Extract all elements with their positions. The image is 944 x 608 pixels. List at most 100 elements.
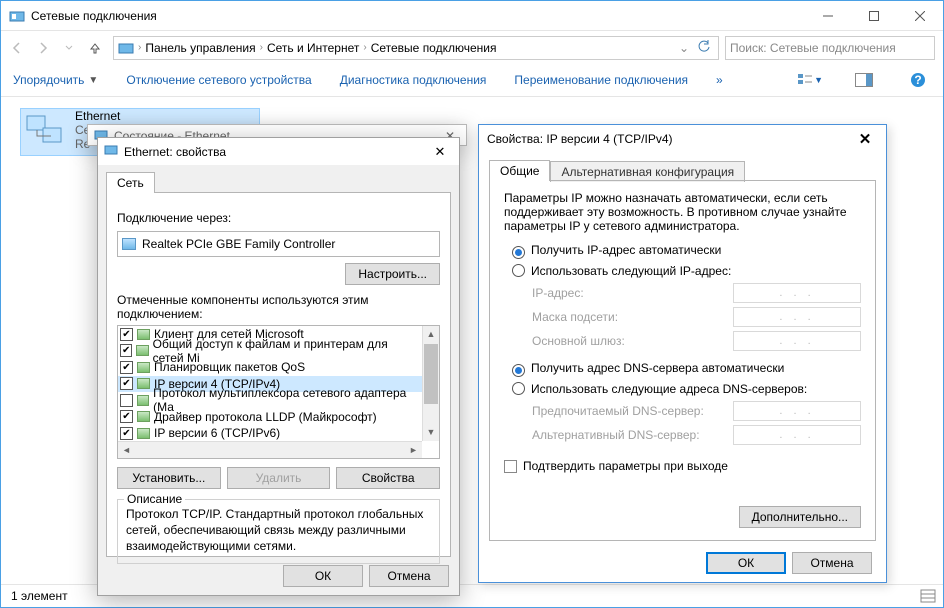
components-list[interactable]: ✔Клиент для сетей Microsoft✔Общий доступ… — [117, 325, 440, 459]
radio-dns-auto-label: Получить адрес DNS-сервера автоматически — [531, 361, 784, 375]
install-button[interactable]: Установить... — [117, 467, 221, 489]
maximize-button[interactable] — [851, 1, 897, 31]
back-button[interactable] — [5, 36, 29, 60]
details-view-icon[interactable] — [919, 587, 937, 605]
subnet-mask-input: . . . — [733, 307, 861, 327]
scroll-right-arrow[interactable]: ► — [405, 442, 422, 458]
svg-text:?: ? — [914, 73, 921, 87]
search-placeholder: Поиск: Сетевые подключения — [730, 41, 896, 55]
component-row[interactable]: ✔ IP версии 6 (TCP/IPv6) — [118, 425, 422, 441]
tab-page-network: Подключение через: Realtek PCIe GBE Fami… — [106, 192, 451, 557]
component-checkbox[interactable]: ✔ — [120, 361, 133, 374]
component-label: Драйвер протокола LLDP (Майкрософт) — [154, 410, 377, 424]
ok-button[interactable]: ОК — [283, 565, 363, 587]
view-options-button[interactable]: ▼ — [797, 69, 823, 91]
scroll-left-arrow[interactable]: ◄ — [118, 442, 135, 458]
adapter-box: Realtek PCIe GBE Family Controller — [117, 231, 440, 257]
preferred-dns-label: Предпочитаемый DNS-сервер: — [532, 404, 733, 418]
description-title: Описание — [124, 492, 185, 506]
component-row[interactable]: ✔Общий доступ к файлам и принтерам для с… — [118, 343, 422, 360]
disable-device-button[interactable]: Отключение сетевого устройства — [126, 73, 311, 87]
forward-button[interactable] — [31, 36, 55, 60]
component-checkbox[interactable]: ✔ — [120, 344, 132, 357]
radio-dns-auto[interactable] — [512, 364, 525, 377]
help-button[interactable]: ? — [905, 69, 931, 91]
component-icon — [137, 395, 150, 406]
ip-address-input: . . . — [733, 283, 861, 303]
cancel-button[interactable]: Отмена — [369, 565, 449, 587]
scroll-down-arrow[interactable]: ▼ — [423, 424, 439, 441]
ethernet-icon — [21, 109, 69, 155]
refresh-button[interactable] — [692, 39, 716, 56]
vertical-scrollbar[interactable]: ▲ ▼ — [422, 326, 439, 441]
close-button[interactable] — [897, 1, 943, 31]
description-text: Протокол TCP/IP. Стандартный протокол гл… — [126, 506, 431, 555]
component-label: Планировщик пакетов QoS — [154, 360, 305, 374]
component-checkbox[interactable]: ✔ — [120, 328, 133, 341]
component-checkbox[interactable] — [120, 394, 133, 407]
address-dropdown[interactable]: ⌄ — [676, 41, 692, 55]
radio-dns-manual-label: Использовать следующие адреса DNS-сервер… — [531, 382, 807, 396]
ipv4-title: Свойства: IP версии 4 (TCP/IPv4) — [487, 132, 852, 146]
validate-checkbox[interactable] — [504, 460, 517, 473]
description-group: Описание Протокол TCP/IP. Стандартный пр… — [117, 499, 440, 564]
location-icon — [118, 40, 134, 56]
adapter-icon — [122, 238, 136, 250]
breadcrumb-network-internet[interactable]: Сеть и Интернет — [263, 39, 363, 57]
properties-titlebar[interactable]: Ethernet: свойства ✕ — [98, 138, 459, 165]
more-menu[interactable]: » — [716, 73, 723, 87]
component-checkbox[interactable]: ✔ — [120, 410, 133, 423]
status-count: 1 элемент — [11, 589, 68, 603]
properties-title: Ethernet: свойства — [124, 145, 427, 159]
gateway-input: . . . — [733, 331, 861, 351]
cancel-button[interactable]: Отмена — [792, 552, 872, 574]
uninstall-button: Удалить — [227, 467, 331, 489]
organize-menu[interactable]: Упорядочить▼ — [13, 73, 98, 87]
alternate-dns-label: Альтернативный DNS-сервер: — [532, 428, 733, 442]
search-box[interactable]: Поиск: Сетевые подключения — [725, 36, 935, 60]
radio-ip-auto[interactable] — [512, 246, 525, 259]
up-button[interactable] — [83, 36, 107, 60]
component-label: IP версии 6 (TCP/IPv6) — [154, 426, 280, 440]
rename-button[interactable]: Переименование подключения — [514, 73, 688, 87]
ipv4-properties-dialog: Свойства: IP версии 4 (TCP/IPv4) ✕ Общие… — [478, 124, 887, 583]
component-row[interactable]: Протокол мультиплексора сетевого адаптер… — [118, 392, 422, 409]
connection-name: Ethernet — [75, 109, 120, 123]
radio-ip-auto-label: Получить IP-адрес автоматически — [531, 243, 721, 257]
close-icon[interactable]: ✕ — [852, 130, 878, 148]
scroll-up-arrow[interactable]: ▲ — [423, 326, 439, 343]
advanced-button[interactable]: Дополнительно... — [739, 506, 861, 528]
preferred-dns-input: . . . — [733, 401, 861, 421]
tab-alternative[interactable]: Альтернативная конфигурация — [550, 161, 745, 182]
minimize-button[interactable] — [805, 1, 851, 31]
component-checkbox[interactable]: ✔ — [120, 427, 133, 440]
tab-general[interactable]: Общие — [489, 160, 550, 181]
radio-ip-manual-label: Использовать следующий IP-адрес: — [531, 264, 731, 278]
recent-dropdown[interactable] — [57, 36, 81, 60]
network-icon — [104, 143, 118, 160]
titlebar: Сетевые подключения — [1, 1, 943, 31]
properties-button[interactable]: Свойства — [336, 467, 440, 489]
configure-button[interactable]: Настроить... — [345, 263, 440, 285]
breadcrumb-network-connections[interactable]: Сетевые подключения — [367, 39, 501, 57]
component-icon — [137, 428, 150, 439]
horizontal-scrollbar[interactable]: ◄ ► — [118, 441, 422, 458]
radio-dns-manual[interactable] — [512, 382, 525, 395]
breadcrumb-control-panel[interactable]: Панель управления — [141, 39, 259, 57]
radio-ip-manual[interactable] — [512, 264, 525, 277]
diagnose-button[interactable]: Диагностика подключения — [340, 73, 487, 87]
tab-network[interactable]: Сеть — [106, 172, 155, 193]
validate-label: Подтвердить параметры при выходе — [523, 459, 728, 473]
ok-button[interactable]: ОК — [706, 552, 786, 574]
subnet-mask-label: Маска подсети: — [532, 310, 733, 324]
window-icon — [9, 8, 25, 24]
close-icon[interactable]: ✕ — [427, 144, 453, 160]
component-row[interactable]: ✔ Драйвер протокола LLDP (Майкрософт) — [118, 409, 422, 426]
preview-pane-button[interactable] — [851, 69, 877, 91]
ipv4-titlebar[interactable]: Свойства: IP версии 4 (TCP/IPv4) ✕ — [479, 125, 886, 153]
connect-via-label: Подключение через: — [117, 211, 440, 225]
scroll-thumb[interactable] — [424, 344, 438, 404]
component-checkbox[interactable]: ✔ — [120, 377, 133, 390]
address-bar[interactable]: › Панель управления › Сеть и Интернет › … — [113, 36, 719, 60]
component-icon — [137, 329, 150, 340]
